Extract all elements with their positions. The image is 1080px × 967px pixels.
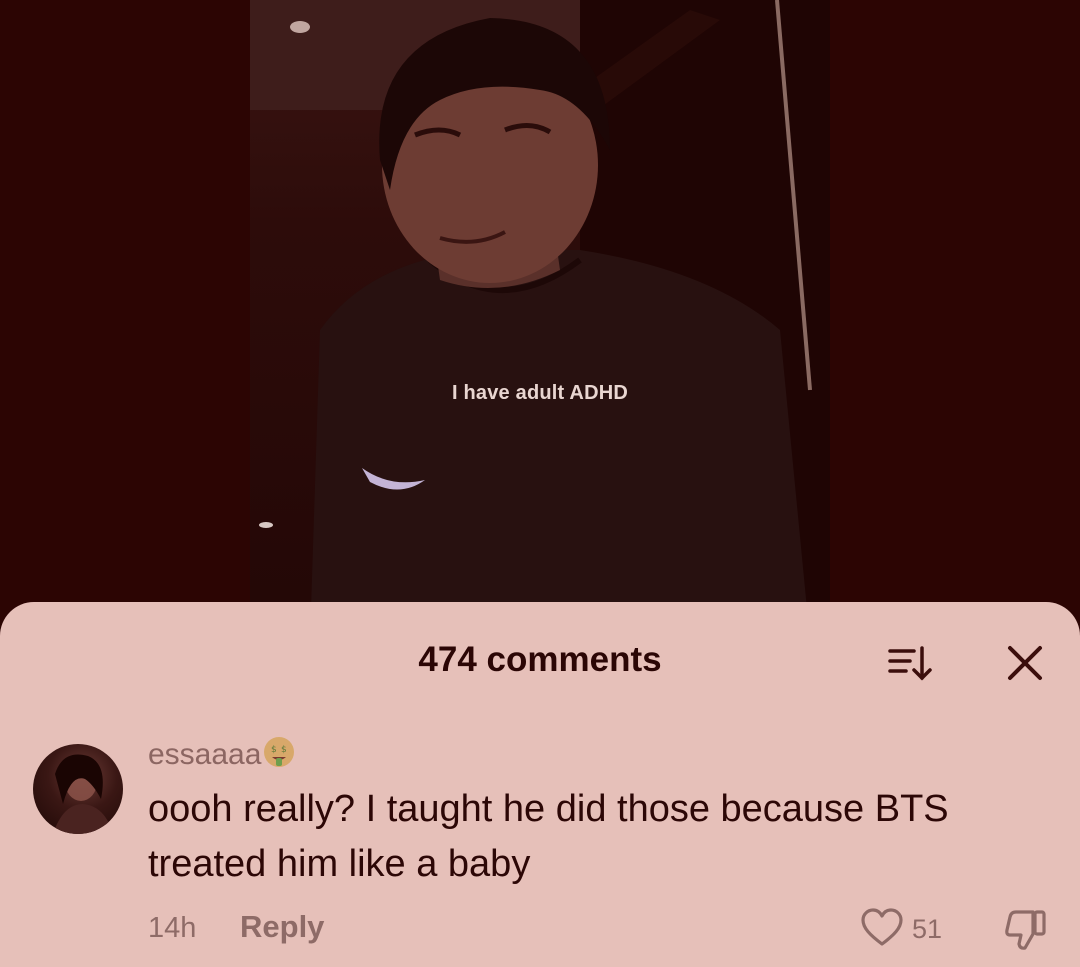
thumbs-down-icon[interactable]: [1003, 908, 1049, 952]
video-player[interactable]: I have adult ADHD: [250, 0, 830, 640]
svg-text:$: $: [281, 745, 287, 755]
heart-icon[interactable]: [860, 908, 904, 948]
like-count: 51: [912, 914, 943, 944]
comment-text: oooh really? I taught he did those becau…: [148, 788, 949, 885]
comment-username[interactable]: essaaaa $ $: [148, 736, 295, 776]
close-icon[interactable]: [1002, 640, 1048, 686]
reply-button[interactable]: Reply: [240, 909, 324, 945]
screen: I have adult ADHD 474 comments essaaaa $…: [0, 0, 1080, 967]
video-caption: I have adult ADHD: [451, 382, 629, 404]
comment-username-text[interactable]: essaaaa: [148, 738, 261, 771]
sort-descending-icon[interactable]: [884, 642, 934, 686]
video-frame-illustration: [250, 0, 830, 640]
comments-sheet: 474 comments essaaaa $ $ oooh really? I …: [0, 602, 1080, 967]
avatar[interactable]: [33, 744, 123, 834]
money-mouth-face-emoji: $ $: [263, 736, 295, 776]
svg-text:$: $: [271, 745, 277, 755]
comment-timestamp: 14h: [148, 912, 197, 944]
